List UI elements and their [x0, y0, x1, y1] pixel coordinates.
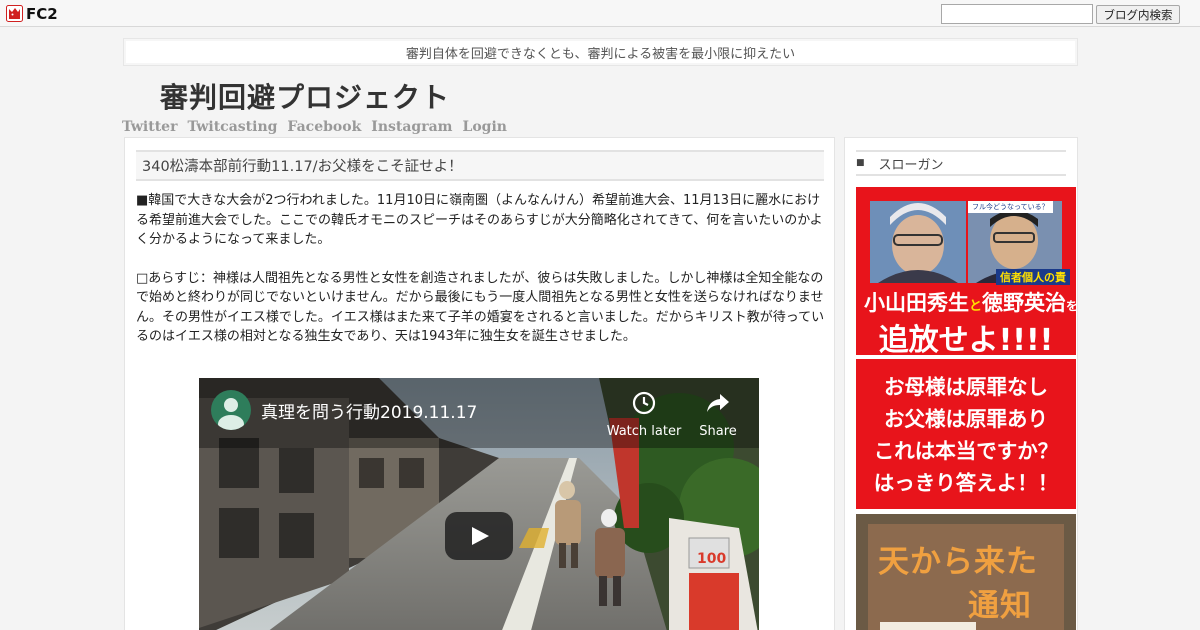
- blog-search-input[interactable]: [941, 4, 1093, 24]
- blog-nav: Twitter Twitcasting Facebook Instagram L…: [122, 119, 517, 135]
- entry-title[interactable]: 340松濤本部前行動11.17/お父様をこそ証せよ！: [136, 150, 824, 181]
- banner-line: お父様は原罪あり: [884, 407, 1048, 431]
- book-title-line2: 通知: [968, 588, 1032, 624]
- banner-caption: 信者個人の責: [996, 269, 1070, 285]
- play-button[interactable]: [445, 512, 513, 560]
- clock-icon: [632, 391, 656, 415]
- sidebar-heading-label: スローガン: [878, 157, 944, 173]
- banner-suffix: を: [1066, 299, 1076, 313]
- banner-name-1: 小山田秀生: [864, 291, 969, 315]
- banner-name-2: 徳野英治: [982, 291, 1067, 315]
- fc2-fox-icon: [6, 5, 23, 22]
- sidebar: ■ スローガン フル今どうなっている？ 信者個人の責 小山田秀生と徳野英治を 追…: [844, 137, 1078, 630]
- banner-connector: と: [969, 299, 983, 314]
- banner-line: これは本当ですか？: [873, 439, 1059, 463]
- watch-later-label: Watch later: [606, 424, 682, 439]
- slogan-banner-expel[interactable]: フル今どうなっている？ 信者個人の責 小山田秀生と徳野英治を 追放せよ!!!!: [856, 187, 1076, 355]
- sidebar-heading: ■ スローガン: [856, 150, 1066, 176]
- banner-line: お母様は原罪なし: [884, 375, 1048, 399]
- fc2-logo[interactable]: FC2: [6, 4, 58, 23]
- nav-link-instagram[interactable]: Instagram: [371, 119, 452, 135]
- book-banner[interactable]: 天から来た 通知: [856, 514, 1076, 630]
- video-title[interactable]: 真理を問う行動2019.11.17: [261, 398, 477, 423]
- main-column: 340松濤本部前行動11.17/お父様をこそ証せよ！ ■韓国で大きな大会が2つ行…: [124, 137, 835, 630]
- blog-title[interactable]: 審判回避プロジェクト: [160, 76, 450, 116]
- fc2-logo-text: FC2: [26, 4, 58, 23]
- slogan-banner-original-sin[interactable]: お母様は原罪なし お父様は原罪あり これは本当ですか？ はっきり答えよ！！: [856, 359, 1076, 509]
- play-icon: [472, 527, 489, 545]
- blog-tagline: 審判自体を回避できなくとも、審判による被害を最小限に抑えたい: [123, 38, 1078, 66]
- entry-paragraph: □あらすじ：神様は人間祖先となる男性と女性を創造されましたが、彼らは失敗しました…: [136, 270, 825, 345]
- banner-expel-headline: 追放せよ!!!!: [878, 323, 1054, 355]
- blog-search-button[interactable]: ブログ内検索: [1096, 5, 1180, 24]
- channel-avatar[interactable]: [211, 390, 251, 430]
- nav-link-login[interactable]: Login: [462, 119, 506, 135]
- entry-paragraph: ■韓国で大きな大会が2つ行われました。11月10日に嶺南圏（よんなんけん）希望前…: [136, 193, 823, 247]
- user-avatar-icon: [218, 398, 244, 430]
- heading-bullet: ■: [856, 158, 865, 168]
- nav-link-twitcasting[interactable]: Twitcasting: [187, 119, 277, 135]
- banner-line: はっきり答えよ！！: [873, 471, 1059, 495]
- nav-link-facebook[interactable]: Facebook: [287, 119, 361, 135]
- book-title-line1: 天から来た: [878, 544, 1038, 580]
- entry-body: ■韓国で大きな大会が2つ行われました。11月10日に嶺南圏（よんなんけん）希望前…: [136, 191, 826, 366]
- watch-later-button[interactable]: Watch later: [604, 390, 684, 439]
- banner-tag: フル今どうなっている？: [968, 201, 1053, 213]
- share-arrow-icon: [707, 394, 729, 412]
- nav-link-twitter[interactable]: Twitter: [122, 119, 177, 135]
- embedded-video-player[interactable]: 100 真理を問う行動2019.11.17 Watch later Share: [199, 378, 759, 630]
- fc2-header-bar: FC2 ブログ内検索: [0, 0, 1200, 27]
- share-label: Share: [699, 424, 737, 439]
- vending-sign-text: 100: [697, 551, 726, 567]
- share-button[interactable]: Share: [678, 390, 758, 439]
